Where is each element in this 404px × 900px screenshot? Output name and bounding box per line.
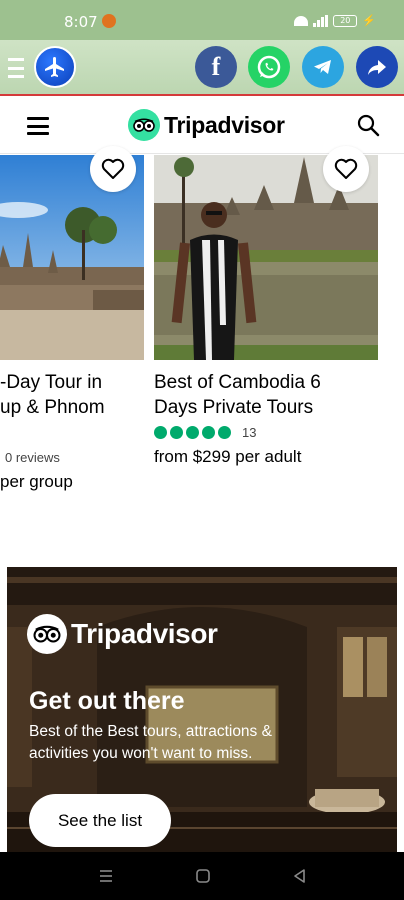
tour-price: from $299 per adult bbox=[154, 447, 302, 466]
owl-logo-icon bbox=[128, 109, 160, 141]
wifi-icon bbox=[294, 15, 309, 26]
telegram-icon bbox=[314, 60, 331, 74]
forward-share-button[interactable] bbox=[356, 46, 398, 88]
rating-bubble bbox=[218, 426, 231, 439]
promo-logo-text: Tripadvisor bbox=[71, 618, 218, 649]
menu-icon[interactable] bbox=[27, 117, 49, 135]
promo-logo: Tripadvisor bbox=[27, 614, 218, 654]
status-icons: 20 ⚡ bbox=[294, 14, 376, 27]
rating-bubble bbox=[154, 426, 167, 439]
whatsapp-icon bbox=[257, 55, 281, 79]
share-menu-icon[interactable] bbox=[8, 58, 24, 78]
promo-headline: Get out there bbox=[29, 687, 185, 715]
save-to-trip-button[interactable] bbox=[323, 146, 369, 192]
battery-icon: 20 bbox=[333, 14, 358, 27]
rating-bubble bbox=[186, 426, 199, 439]
forward-arrow-icon bbox=[368, 60, 386, 75]
home-icon[interactable] bbox=[195, 868, 211, 884]
facebook-icon: f bbox=[211, 52, 221, 81]
battery-level: 20 bbox=[340, 16, 351, 25]
heart-icon bbox=[101, 158, 125, 179]
tour-card-title[interactable]: -Day Tour in bbox=[0, 370, 102, 395]
facebook-share-button[interactable]: f bbox=[195, 46, 237, 88]
rating-bubble bbox=[202, 426, 215, 439]
tour-card-title[interactable]: Days Private Tours bbox=[154, 395, 313, 420]
rating-count: 13 bbox=[242, 425, 257, 440]
rating-bubble bbox=[170, 426, 183, 439]
tripadvisor-logo[interactable]: Tripadvisor bbox=[128, 109, 285, 141]
review-count: 0 reviews bbox=[5, 450, 60, 465]
save-to-trip-button[interactable] bbox=[90, 146, 136, 192]
signal-icon bbox=[313, 14, 329, 27]
status-time: 8:07 bbox=[64, 13, 98, 31]
share-toolbar: f bbox=[0, 40, 404, 96]
whatsapp-share-button[interactable] bbox=[248, 46, 290, 88]
promo-banner[interactable]: Tripadvisor Get out there Best of the Be… bbox=[7, 567, 397, 852]
airplane-icon bbox=[45, 57, 64, 77]
see-the-list-button[interactable]: See the list bbox=[29, 794, 171, 847]
navigation-bar bbox=[0, 852, 404, 900]
tour-card-title[interactable]: Best of Cambodia 6 bbox=[154, 370, 321, 395]
back-icon[interactable] bbox=[292, 868, 308, 884]
charging-icon: ⚡ bbox=[362, 15, 376, 27]
status-bar: 8:07 20 ⚡ bbox=[0, 0, 404, 40]
logo-text: Tripadvisor bbox=[164, 111, 285, 138]
heart-icon bbox=[334, 158, 358, 179]
telegram-share-button[interactable] bbox=[302, 46, 344, 88]
tour-price: per group bbox=[0, 472, 73, 491]
airplane-app-icon[interactable] bbox=[34, 46, 76, 88]
tour-card-title[interactable]: up & Phnom bbox=[0, 395, 105, 420]
recent-apps-icon[interactable] bbox=[98, 868, 114, 884]
rating-bubbles: 13 bbox=[154, 425, 256, 440]
promo-subtitle: Best of the Best tours, attractions & ac… bbox=[29, 723, 272, 762]
notification-icon bbox=[102, 14, 116, 28]
owl-logo-icon bbox=[27, 614, 67, 654]
search-icon[interactable] bbox=[356, 113, 380, 137]
